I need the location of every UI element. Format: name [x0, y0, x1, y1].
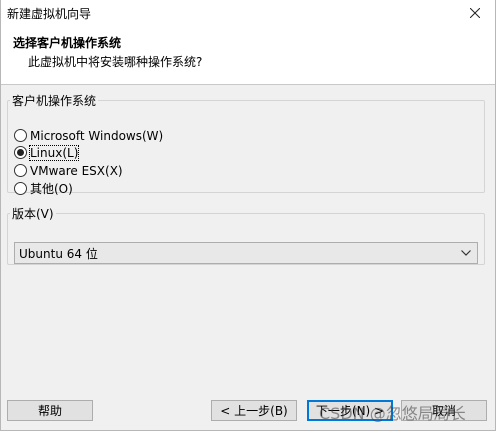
page-title: 选择客户机操作系统 — [13, 36, 122, 50]
version-select[interactable]: Ubuntu 64 位 — [14, 242, 478, 264]
version-legend: 版本(V) — [12, 207, 54, 221]
cancel-button[interactable]: 取消 — [401, 400, 487, 421]
next-button[interactable]: 下一步(N) > — [307, 400, 393, 421]
close-icon[interactable] — [455, 0, 495, 26]
os-option-other[interactable]: 其他(O) — [14, 180, 73, 197]
guest-os-group: 客户机操作系统 Microsoft Windows(W) Linux(L) VM… — [7, 92, 485, 196]
os-option-label: Linux(L) — [28, 144, 80, 161]
radio-icon[interactable] — [14, 182, 27, 195]
title-bar: 新建虚拟机向导 — [1, 0, 495, 26]
os-option-esx[interactable]: VMware ESX(X) — [14, 162, 123, 179]
os-option-label: VMware ESX(X) — [30, 163, 123, 178]
back-button[interactable]: < 上一步(B) — [211, 400, 297, 421]
new-vm-wizard-window: 新建虚拟机向导 选择客户机操作系统 此虚拟机中将安装哪种操作系统? 客户机操作系… — [0, 0, 496, 431]
radio-icon[interactable] — [14, 129, 27, 142]
os-option-windows[interactable]: Microsoft Windows(W) — [14, 127, 163, 144]
chevron-down-icon[interactable] — [459, 246, 473, 260]
os-option-label: 其他(O) — [30, 182, 73, 196]
wizard-header: 选择客户机操作系统 此虚拟机中将安装哪种操作系统? — [1, 26, 495, 85]
page-subtitle: 此虚拟机中将安装哪种操作系统? — [28, 55, 203, 69]
version-select-value: Ubuntu 64 位 — [19, 246, 98, 261]
radio-icon[interactable] — [14, 164, 27, 177]
os-option-label: Microsoft Windows(W) — [30, 128, 164, 143]
guest-os-legend: 客户机操作系统 — [12, 94, 97, 108]
window-title: 新建虚拟机向导 — [7, 7, 92, 21]
version-group: 版本(V) Ubuntu 64 位 — [7, 205, 485, 265]
os-option-linux[interactable]: Linux(L) — [14, 144, 80, 161]
radio-checked-icon[interactable] — [14, 146, 27, 159]
help-button[interactable]: 帮助 — [7, 400, 93, 421]
